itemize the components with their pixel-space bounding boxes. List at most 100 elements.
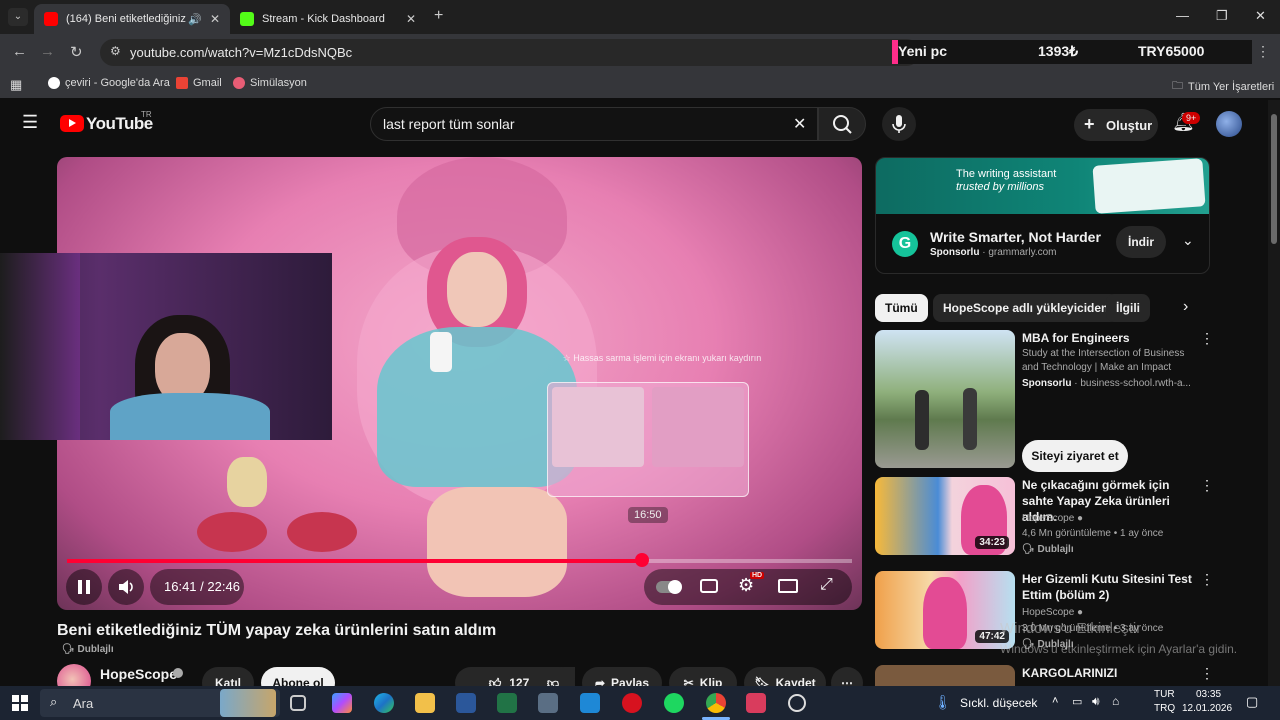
list-item[interactable]: KARGOLARINIZI ⋮ — [875, 665, 1215, 686]
clock-time[interactable]: 03:35 — [1196, 689, 1221, 700]
gmail-icon — [176, 77, 188, 89]
opera-icon[interactable] — [622, 693, 642, 713]
tab-search-button[interactable]: ⌄ — [8, 8, 28, 26]
sponsored-ad-card[interactable]: The writing assistant trusted by million… — [875, 157, 1210, 274]
pause-button[interactable] — [66, 569, 102, 605]
channel-name[interactable]: HopeScope ● — [1022, 512, 1083, 526]
create-button[interactable]: + Oluştur — [1074, 109, 1158, 141]
minimize-icon[interactable]: — — [1176, 8, 1189, 23]
video-progress-bar[interactable] — [67, 553, 852, 567]
clock-date[interactable]: 12.01.2026 — [1182, 703, 1232, 714]
voice-search-button[interactable] — [882, 107, 916, 141]
address-bar[interactable]: ⚙ youtube.com/watch?v=Mz1cDdsNQBc — [100, 39, 920, 66]
search-box[interactable]: last report tüm sonlar ✕ — [370, 107, 818, 141]
weather-text[interactable]: Sıckl. düşecek — [960, 696, 1037, 710]
taskbar-search-box[interactable]: ⌕ Ara — [40, 689, 280, 717]
windows-start-icon[interactable] — [12, 695, 28, 711]
bookmarks-bar: ▦ çeviri - Google'da Ara Gmail Simülasyo… — [0, 70, 1280, 98]
bookmark-google[interactable]: çeviri - Google'da Ara — [48, 77, 170, 89]
fullscreen-icon[interactable]: ⤢ — [820, 576, 833, 594]
chrome-icon[interactable] — [706, 693, 726, 713]
ad-banner[interactable]: The writing assistant trusted by million… — [876, 158, 1209, 214]
close-tab-icon[interactable]: ✕ — [210, 12, 220, 26]
all-bookmarks[interactable]: 🗀 Tüm Yer İşaretleri — [1172, 77, 1274, 96]
browser-toolbar: ← → ↻ ⚙ youtube.com/watch?v=Mz1cDdsNQBc … — [0, 34, 1280, 70]
menu-hamburger-icon[interactable]: ☰ — [22, 112, 38, 133]
speaker-icon[interactable]: 🔊︎ — [1092, 694, 1100, 709]
recommendation-title[interactable]: Her Gizemli Kutu Sitesini Test Ettim (bö… — [1022, 571, 1200, 603]
notification-center-icon[interactable]: ▢ — [1246, 694, 1258, 710]
more-options-icon[interactable]: ⋮ — [1200, 571, 1214, 588]
excel-icon[interactable] — [497, 693, 517, 713]
recommendation-thumbnail[interactable] — [875, 330, 1015, 468]
bookmark-simulasyon[interactable]: Simülasyon — [233, 77, 307, 89]
app-icon[interactable] — [746, 693, 766, 713]
subtitles-icon[interactable] — [700, 579, 718, 593]
chip-related[interactable]: İlgili — [1106, 294, 1150, 322]
list-item[interactable]: MBA for Engineers Study at the Intersect… — [875, 330, 1215, 472]
battery-icon[interactable]: ▭ — [1072, 695, 1082, 708]
scrollbar-thumb[interactable] — [1271, 114, 1277, 244]
bookmark-gmail[interactable]: Gmail — [176, 77, 222, 89]
chip-from-uploader[interactable]: HopeScope adlı yükleyiciden — [933, 294, 1119, 322]
chip-all[interactable]: Tümü — [875, 294, 928, 322]
back-icon[interactable]: ← — [12, 43, 27, 60]
close-tab-icon[interactable]: ✕ — [406, 12, 416, 26]
tab-youtube[interactable]: (164) Beni etiketlediğiniz TÜ 🔊 ✕ — [34, 4, 230, 34]
youtube-logo-icon[interactable] — [60, 115, 84, 132]
recommendation-title[interactable]: KARGOLARINIZI — [1022, 665, 1200, 681]
ad-banner-line2: trusted by millions — [956, 181, 1045, 193]
ad-install-button[interactable]: İndir — [1116, 226, 1166, 258]
task-view-icon[interactable] — [290, 695, 306, 711]
spotify-icon[interactable] — [664, 693, 684, 713]
recommendation-thumbnail[interactable]: 34:23 — [875, 477, 1015, 555]
ad-expand-chevron-icon[interactable]: ⌄ — [1182, 232, 1194, 249]
new-tab-button[interactable]: + — [434, 7, 443, 25]
search-input[interactable]: last report tüm sonlar — [383, 116, 515, 132]
recommendation-thumbnail[interactable]: 47:42 — [875, 571, 1015, 649]
youtube-header: ☰ YouTube TR last report tüm sonlar ✕ + … — [0, 100, 1268, 148]
edge-icon[interactable] — [374, 693, 394, 713]
store-icon[interactable] — [580, 693, 600, 713]
tray-chevron-icon[interactable]: ˄ — [1052, 695, 1058, 707]
language-bottom[interactable]: TRQ — [1154, 703, 1175, 714]
autoplay-toggle[interactable] — [656, 580, 682, 594]
theater-mode-icon[interactable] — [778, 579, 798, 593]
language-top[interactable]: TUR — [1154, 689, 1175, 700]
apps-grid-icon[interactable]: ▦ — [10, 77, 22, 93]
tab-kick[interactable]: Stream - Kick Dashboard ✕ — [230, 4, 426, 34]
page-scrollbar[interactable] — [1268, 100, 1280, 686]
word-icon[interactable] — [456, 693, 476, 713]
clear-search-icon[interactable]: ✕ — [793, 114, 806, 134]
ad-banner-screenshot — [1092, 158, 1206, 214]
volume-button[interactable] — [108, 569, 144, 605]
close-window-icon[interactable]: ✕ — [1255, 8, 1266, 24]
visit-site-button[interactable]: Siteyi ziyaret et — [1022, 440, 1128, 472]
reload-icon[interactable]: ↻ — [70, 43, 83, 61]
channel-name[interactable]: HopeScope — [100, 666, 177, 682]
calculator-icon[interactable] — [538, 693, 558, 713]
speaker-icon[interactable]: 🔊 — [188, 13, 202, 26]
avatar[interactable] — [1216, 111, 1242, 137]
filter-chips: Tümü HopeScope adlı yükleyiciden İlgili … — [875, 294, 1210, 322]
duration-badge: 34:23 — [975, 536, 1009, 549]
network-icon[interactable]: ⌂ — [1112, 694, 1119, 708]
search-button[interactable] — [818, 107, 866, 141]
menu-icon[interactable]: ⋮ — [1256, 43, 1270, 60]
chips-next-chevron-icon[interactable]: › — [1183, 298, 1188, 316]
recommendation-thumbnail[interactable] — [875, 665, 1015, 686]
obs-icon[interactable] — [788, 694, 806, 712]
ad-title[interactable]: Write Smarter, Not Harder — [930, 229, 1101, 245]
restore-icon[interactable]: ❐ — [1216, 8, 1228, 24]
copilot-icon[interactable] — [332, 693, 352, 713]
file-explorer-icon[interactable] — [415, 693, 435, 713]
recommendation-title[interactable]: MBA for Engineers — [1022, 330, 1200, 346]
forward-icon[interactable]: → — [40, 43, 55, 60]
list-item[interactable]: 34:23 Ne çıkacağını görmek için sahte Ya… — [875, 477, 1215, 557]
video-scene-legs — [427, 487, 567, 597]
more-options-icon[interactable]: ⋮ — [1200, 330, 1214, 347]
right-controls: ⚙ HD ⤢ — [644, 569, 852, 605]
more-options-icon[interactable]: ⋮ — [1200, 665, 1214, 682]
site-info-icon[interactable]: ⚙ — [110, 44, 121, 58]
more-options-icon[interactable]: ⋮ — [1200, 477, 1214, 494]
